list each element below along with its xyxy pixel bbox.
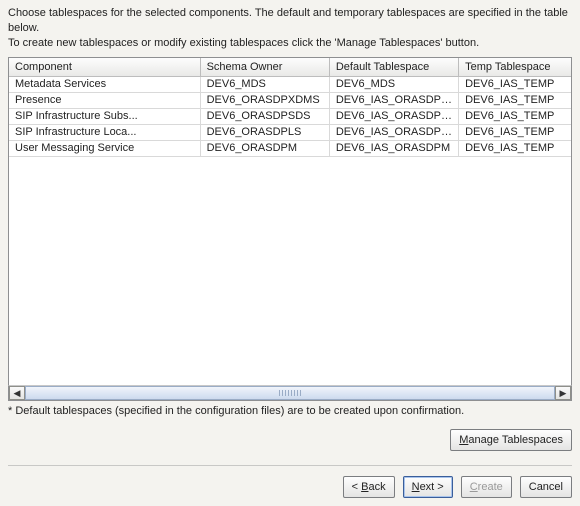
table-cell[interactable]: DEV6_IAS_ORASDPLS [329, 124, 458, 140]
table-cell[interactable]: User Messaging Service [9, 140, 200, 156]
table-cell[interactable]: DEV6_ORASDPM [200, 140, 329, 156]
table-cell[interactable]: DEV6_IAS_TEMP [459, 140, 571, 156]
table-cell[interactable]: DEV6_ORASDPXDMS [200, 92, 329, 108]
separator-line [8, 465, 572, 466]
scroll-right-button[interactable]: ▶ [555, 386, 571, 400]
table-cell[interactable]: DEV6_MDS [329, 76, 458, 92]
footnote-text: * Default tablespaces (specified in the … [8, 405, 572, 417]
cancel-button[interactable]: Cancel [520, 476, 572, 498]
wizard-nav-row: < Back Next > Create Cancel [8, 476, 572, 498]
table-cell[interactable]: DEV6_IAS_TEMP [459, 124, 571, 140]
next-button[interactable]: Next > [403, 476, 453, 498]
table-cell[interactable]: SIP Infrastructure Subs... [9, 108, 200, 124]
back-button[interactable]: < Back [343, 476, 395, 498]
manage-tablespaces-button[interactable]: Manage Tablespaces [450, 429, 572, 451]
tablespace-table[interactable]: Component Schema Owner Default Tablespac… [9, 58, 571, 157]
table-row[interactable]: User Messaging ServiceDEV6_ORASDPMDEV6_I… [9, 140, 571, 156]
table-cell[interactable]: DEV6_IAS_TEMP [459, 108, 571, 124]
table-cell[interactable]: Metadata Services [9, 76, 200, 92]
col-header-default-tablespace[interactable]: Default Tablespace [329, 58, 458, 77]
table-row[interactable]: PresenceDEV6_ORASDPXDMSDEV6_IAS_ORASDPXD… [9, 92, 571, 108]
horizontal-scrollbar[interactable]: ◀ ▶ [8, 385, 572, 401]
table-cell[interactable]: DEV6_ORASDPSDS [200, 108, 329, 124]
col-header-schema-owner[interactable]: Schema Owner [200, 58, 329, 77]
table-row[interactable]: Metadata ServicesDEV6_MDSDEV6_MDSDEV6_IA… [9, 76, 571, 92]
instruction-line-1: Choose tablespaces for the selected comp… [8, 6, 572, 36]
scroll-thumb[interactable] [25, 386, 555, 400]
table-cell[interactable]: DEV6_IAS_ORASDPXD... [329, 92, 458, 108]
col-header-component[interactable]: Component [9, 58, 200, 77]
tablespace-table-container: Component Schema Owner Default Tablespac… [8, 57, 572, 386]
scroll-left-button[interactable]: ◀ [9, 386, 25, 400]
table-cell[interactable]: DEV6_MDS [200, 76, 329, 92]
table-row[interactable]: SIP Infrastructure Subs...DEV6_ORASDPSDS… [9, 108, 571, 124]
table-cell[interactable]: DEV6_IAS_TEMP [459, 92, 571, 108]
table-cell[interactable]: DEV6_IAS_ORASDPSDS [329, 108, 458, 124]
table-cell[interactable]: Presence [9, 92, 200, 108]
table-cell[interactable]: DEV6_ORASDPLS [200, 124, 329, 140]
scroll-track[interactable] [25, 386, 555, 400]
table-cell[interactable]: DEV6_IAS_ORASDPM [329, 140, 458, 156]
table-cell[interactable]: DEV6_IAS_TEMP [459, 76, 571, 92]
table-cell[interactable]: SIP Infrastructure Loca... [9, 124, 200, 140]
col-header-temp-tablespace[interactable]: Temp Tablespace [459, 58, 571, 77]
table-row[interactable]: SIP Infrastructure Loca...DEV6_ORASDPLSD… [9, 124, 571, 140]
instruction-line-2: To create new tablespaces or modify exis… [8, 36, 572, 51]
instruction-text: Choose tablespaces for the selected comp… [8, 6, 572, 51]
create-button: Create [461, 476, 512, 498]
